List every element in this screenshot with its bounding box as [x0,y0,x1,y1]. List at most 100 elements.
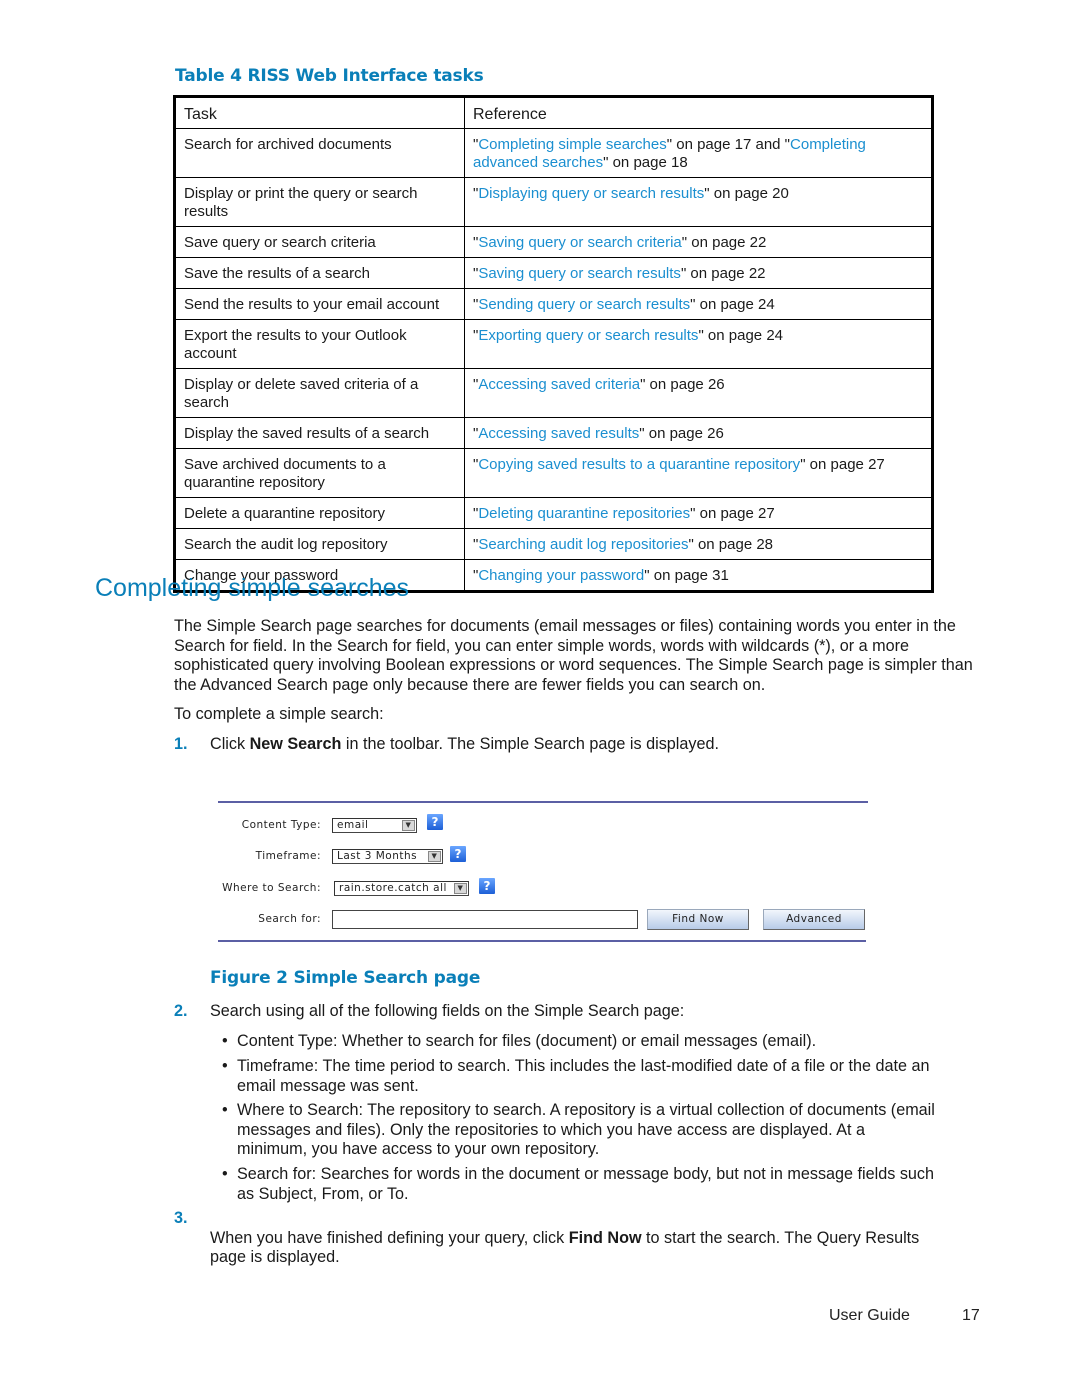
step-text: Click New Search in the toolbar. The Sim… [210,735,719,753]
bullet-item: • Search for: Searches for words in the d… [218,1165,938,1204]
reference-text: " on page 24 [698,327,784,344]
timeframe-value: Last 3 Months [337,850,418,862]
reference-link[interactable]: Displaying query or search results [478,185,704,202]
bullet-icon: • [222,1165,228,1183]
new-search-term: New Search [249,735,342,753]
table-row: Send the results to your email account "S… [174,288,933,320]
table-row: Display or delete saved criteria of a se… [174,368,933,418]
table-row: Search the audit log repository "Searchin… [174,528,933,560]
bullet-icon: • [222,1057,228,1075]
where-to-search-label: Where to Search: [222,882,321,894]
reference-link[interactable]: Exporting query or search results [478,327,698,344]
task-cell: Save the results of a search [174,257,465,289]
timeframe-select[interactable]: Last 3 Months ▼ [332,849,443,864]
reference-cell: "Accessing saved criteria" on page 26 [464,368,933,418]
reference-link[interactable]: Changing your password [478,567,644,584]
bullet-item: • Content Type: Whether to search for fil… [218,1032,938,1052]
bullet-text: Search for: Searches for words in the do… [237,1165,935,1203]
reference-link[interactable]: Accessing saved criteria [478,376,640,393]
search-for-label: Search for: [258,913,321,925]
reference-cell: "Changing your password" on page 31 [465,560,933,592]
table-row: Display or print the query or search res… [174,177,933,227]
intro-paragraph: The Simple Search page searches for docu… [174,617,973,694]
bullet-item: • Timeframe: The time period to search. T… [218,1057,938,1096]
content-type-value: email [337,819,369,831]
figure-bottom-rule [218,940,866,942]
timeframe-label: Timeframe: [255,850,321,862]
step-1: 1. Click New Search in the toolbar. The … [174,735,974,755]
bullet-icon: • [222,1032,228,1050]
reference-text: " on page 27 [800,456,885,473]
reference-cell: "Searching audit log repositories" on pa… [464,528,933,560]
task-cell: Display or delete saved criteria of a se… [174,368,465,418]
footer-label: User Guide [829,1307,910,1324]
find-now-term: Find Now [568,1228,642,1247]
step-text: When you have finished defining your que… [210,1228,920,1267]
table-row: Save query or search criteria "Saving que… [174,226,933,258]
search-for-input[interactable] [332,910,638,929]
content-type-label: Content Type: [241,819,321,831]
reference-link[interactable]: Sending query or search results [478,296,690,313]
task-cell: Search for archived documents [174,128,465,178]
section-title: Completing simple searches [95,574,410,602]
reference-text: " on page 28 [688,536,774,553]
task-cell: Search the audit log repository [174,528,465,560]
task-cell: Delete a quarantine repository [174,497,465,529]
table-row: Export the results to your Outlook accou… [174,319,933,369]
reference-cell: "Displaying query or search results" on … [464,177,933,227]
step-text: Search using all of the following fields… [210,1002,685,1020]
reference-cell: "Deleting quarantine repositories" on pa… [464,497,933,529]
step-2: 2. Search using all of the following fie… [174,1002,974,1022]
reference-text: " on page 18 [603,154,688,171]
table-header-row: Task Reference [174,96,933,129]
reference-cell: "Completing simple searches" on page 17 … [464,128,933,178]
reference-text: " on page 26 [640,376,725,393]
reference-link[interactable]: Copying saved results to a quarantine re… [478,456,800,473]
reference-link[interactable]: Saving query or search results [478,265,681,282]
bullet-text: Content Type: Whether to search for file… [237,1032,817,1050]
reference-text: " on page 31 [644,567,729,584]
reference-text: " on page 20 [704,185,789,202]
reference-text: " on page 22 [680,265,766,282]
step-number: 1. [174,735,188,753]
task-cell: Send the results to your email account [174,288,465,320]
reference-text: " on page 27 [690,505,775,522]
reference-text: " on page 24 [690,296,775,313]
chevron-down-icon[interactable]: ▼ [402,820,415,831]
reference-link[interactable]: Saving query or search criteria [478,234,681,251]
bullet-text: Timeframe: The time period to search. Th… [237,1057,930,1095]
reference-cell: "Accessing saved results" on page 26 [464,417,933,449]
step-3: 3. When you have finished defining your … [174,1209,974,1266]
reference-link[interactable]: Deleting quarantine repositories [478,505,690,522]
reference-link[interactable]: Searching audit log repositories [478,536,688,553]
reference-text: " on page 26 [639,425,724,442]
reference-cell: "Saving query or search criteria" on pag… [464,226,933,258]
task-cell: Save query or search criteria [174,226,465,258]
help-icon[interactable]: ? [479,878,495,894]
where-to-search-value: rain.store.catch all [339,882,447,894]
help-icon[interactable]: ? [427,814,443,830]
bullet-icon: • [222,1101,228,1119]
help-icon[interactable]: ? [450,846,466,862]
tasks-table: Task Reference Search for archived docum… [173,95,934,593]
bullet-text: Where to Search: The repository to searc… [237,1101,935,1158]
reference-link[interactable]: Completing simple searches [478,136,666,153]
reference-text: " on page 22 [681,234,767,251]
chevron-down-icon[interactable]: ▼ [454,883,467,894]
reference-cell: "Sending query or search results" on pag… [464,288,933,320]
advanced-button[interactable]: Advanced [763,909,865,930]
content-type-select[interactable]: email ▼ [332,818,417,833]
chevron-down-icon[interactable]: ▼ [428,851,441,862]
task-cell: Export the results to your Outlook accou… [174,319,465,369]
where-to-search-select[interactable]: rain.store.catch all ▼ [334,881,469,896]
reference-text: " on page 17 and " [666,136,791,153]
reference-cell: "Exporting query or search results" on p… [464,319,933,369]
find-now-button[interactable]: Find Now [647,909,749,930]
reference-link[interactable]: Accessing saved results [478,425,639,442]
table-caption: Table 4 RISS Web Interface tasks [175,66,484,86]
reference-cell: "Saving query or search results" on page… [464,257,933,289]
column-header-reference: Reference [464,96,933,129]
figure-caption: Figure 2 Simple Search page [210,968,481,988]
table-row: Save archived documents to a quarantine … [174,448,933,498]
table-row: Search for archived documents "Completing… [174,128,933,178]
